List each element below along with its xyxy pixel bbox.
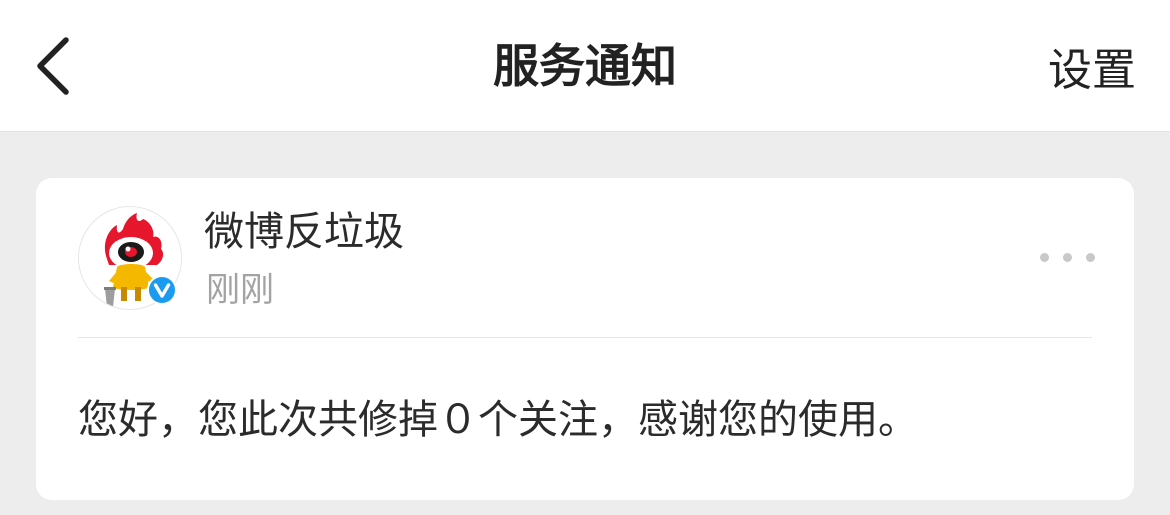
card-divider — [78, 337, 1092, 338]
more-dots-icon — [1086, 253, 1095, 262]
verified-v-badge-icon — [147, 275, 177, 305]
message-timestamp: 刚刚 — [206, 270, 274, 310]
back-button[interactable] — [26, 34, 82, 98]
more-dots-icon — [1040, 253, 1049, 262]
notification-message: 您好，您此次共修掉０个关注，感谢您的使用。 — [78, 397, 918, 443]
more-dots-icon — [1063, 253, 1072, 262]
verified-badge — [146, 274, 178, 306]
notification-card: 微博反垃圾 刚刚 您好，您此次共修掉０个关注，感谢您的使用。 — [36, 178, 1134, 500]
settings-button[interactable]: 设置 — [1048, 42, 1136, 100]
sender-name[interactable]: 微博反垃圾 — [204, 208, 404, 256]
more-options-button[interactable] — [1038, 242, 1098, 272]
page-title: 服务通知 — [493, 39, 677, 93]
top-navigation-bar: 服务通知 设置 — [0, 0, 1170, 132]
chevron-left-icon — [37, 37, 69, 95]
